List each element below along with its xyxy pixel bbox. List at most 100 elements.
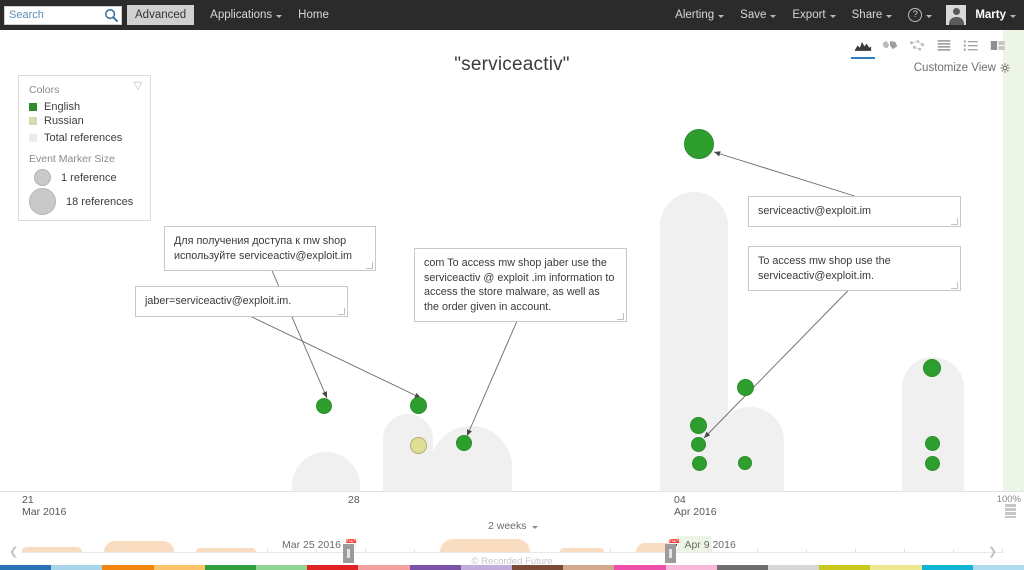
timeline-tick <box>463 549 464 553</box>
marker-size-label: 18 references <box>66 195 134 208</box>
timeline-start-date-label: Mar 25 2016 <box>282 539 341 551</box>
legend-panel: ▽ Colors English Russian Total reference… <box>18 75 151 221</box>
annotation-callout[interactable]: jaber=serviceactiv@exploit.im. <box>135 286 348 317</box>
timeline-density-hump <box>440 539 530 552</box>
search-field-wrapper[interactable] <box>4 5 122 25</box>
annotation-text: jaber=serviceactiv@exploit.im. <box>145 295 292 307</box>
nav-item-help[interactable]: ? <box>908 8 933 22</box>
timeline-tick <box>1002 549 1003 553</box>
legend-item-label: Total references <box>44 131 123 144</box>
search-input[interactable] <box>5 6 101 24</box>
chevron-up-icon[interactable]: ▽ <box>134 81 143 92</box>
nav-item-alerting[interactable]: Alerting <box>675 9 725 21</box>
color-strip-segment <box>409 565 461 570</box>
color-strip-segment <box>51 565 103 570</box>
color-strip-segment <box>972 565 1024 570</box>
recorded-future-timeline-app: Advanced Applications Home Alerting Save… <box>0 0 1024 570</box>
timeline-tick <box>365 549 366 553</box>
scatter-view-icon[interactable] <box>905 34 929 56</box>
resize-corner-icon[interactable] <box>338 307 345 315</box>
color-strip-segment <box>256 565 308 570</box>
nav-item-save[interactable]: Save <box>740 9 777 21</box>
timeline-tick <box>953 549 954 553</box>
annotation-text: Для получения доступа к mw shop использу… <box>174 235 353 262</box>
nav-item-home[interactable]: Home <box>298 9 329 21</box>
event-marker[interactable] <box>738 456 752 470</box>
customize-view-label: Customize View <box>913 62 996 74</box>
timeline-density-hump <box>104 541 174 552</box>
event-marker[interactable] <box>691 455 707 471</box>
timeline-tick <box>120 549 121 553</box>
density-hump <box>902 357 964 492</box>
marker-size-label: 1 reference <box>61 171 117 184</box>
resize-corner-icon[interactable] <box>366 262 373 269</box>
timeline-tick <box>855 549 856 553</box>
density-hump <box>292 452 360 492</box>
resize-corner-icon[interactable] <box>617 313 624 320</box>
customize-view-button[interactable]: Customize View <box>914 62 1010 74</box>
map-view-icon[interactable] <box>878 34 902 56</box>
nav-share-label: Share <box>851 9 883 21</box>
legend-item-english[interactable]: English <box>29 100 140 113</box>
search-icon[interactable] <box>104 8 119 23</box>
event-marker[interactable] <box>684 129 714 159</box>
event-marker[interactable] <box>316 398 332 414</box>
x-axis-tick: 04 Apr 2016 <box>674 494 717 518</box>
timeline-end-date[interactable]: 📅 Apr 9 2016 <box>668 539 736 551</box>
event-marker[interactable] <box>923 359 941 377</box>
nav-applications-label: Applications <box>210 9 273 21</box>
nav-item-applications[interactable]: Applications <box>210 9 283 21</box>
event-marker[interactable] <box>409 436 427 454</box>
advanced-search-button[interactable]: Advanced <box>127 5 195 25</box>
annotation-text: com To access mw shop jaber use the serv… <box>424 257 615 313</box>
event-marker[interactable] <box>409 396 427 414</box>
event-marker[interactable] <box>689 416 707 434</box>
timeline-tick <box>169 549 170 553</box>
timeline-tick <box>22 549 23 553</box>
nav-item-share[interactable]: Share <box>852 9 893 21</box>
event-marker[interactable] <box>736 378 754 396</box>
nav-item-user-menu[interactable]: Marty <box>946 5 1016 25</box>
timeline-tick <box>316 549 317 553</box>
nav-save-label: Save <box>740 9 767 21</box>
timeline-tick <box>757 549 758 553</box>
list-view-icon[interactable] <box>932 34 956 56</box>
event-marker[interactable] <box>456 435 472 451</box>
annotation-callout[interactable]: serviceactiv@exploit.im <box>748 196 961 227</box>
help-icon: ? <box>908 8 923 22</box>
event-marker[interactable] <box>924 455 940 471</box>
timeline-chart-canvas: "serviceactiv" Customize View ▽ Colors E… <box>0 30 1024 492</box>
annotation-callout[interactable]: Для получения доступа к mw shop использу… <box>164 226 376 271</box>
color-strip-segment <box>512 565 564 570</box>
legend-item-total-references[interactable]: Total references <box>29 131 140 144</box>
marker-size-bubble <box>34 169 51 186</box>
timeline-tick <box>659 549 660 553</box>
nav-export-label: Export <box>792 9 826 21</box>
color-strip-segment <box>0 565 52 570</box>
annotation-callout[interactable]: To access mw shop use the serviceactiv@e… <box>748 246 961 291</box>
tick-day: 04 <box>674 494 686 506</box>
color-strip-segment <box>102 565 154 570</box>
x-axis-tick: 21 Mar 2016 <box>22 494 66 518</box>
event-marker[interactable] <box>690 436 706 452</box>
area-chart-view-icon[interactable] <box>851 34 875 59</box>
resize-corner-icon[interactable] <box>951 282 958 289</box>
granularity-selector[interactable]: 2 weeks <box>488 520 538 532</box>
density-hump <box>430 426 512 492</box>
density-hump <box>716 407 784 492</box>
nav-item-export[interactable]: Export <box>792 9 836 21</box>
legend-item-russian[interactable]: Russian <box>29 114 140 127</box>
color-strip-segment <box>358 565 410 570</box>
legend-size-small: 1 reference <box>29 169 140 186</box>
event-marker[interactable] <box>924 435 940 451</box>
detail-list-view-icon[interactable] <box>959 34 983 56</box>
color-swatch <box>29 116 37 125</box>
annotation-text: To access mw shop use the serviceactiv@e… <box>758 255 891 282</box>
grid-view-icon[interactable] <box>986 34 1010 56</box>
top-nav-right-group: Alerting Save Export Share ? Marty <box>659 5 1024 25</box>
resize-corner-icon[interactable] <box>951 217 958 225</box>
color-strip-segment <box>665 565 717 570</box>
color-strip-segment <box>153 565 205 570</box>
color-strip-segment <box>563 565 615 570</box>
annotation-callout[interactable]: com To access mw shop jaber use the serv… <box>414 248 627 322</box>
